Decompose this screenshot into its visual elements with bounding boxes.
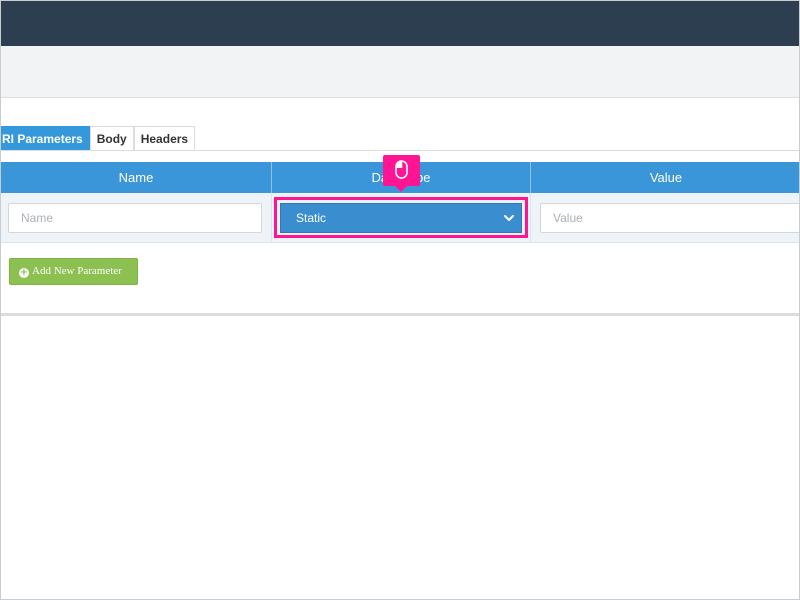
page: RI Parameters Body Headers Name Data Typ… [0,0,800,600]
parameter-name-input[interactable] [8,203,262,233]
tab-bar: RI Parameters Body Headers [1,126,196,151]
sub-header [1,46,799,98]
plus-circle-icon: + [19,267,29,278]
tab-headers[interactable]: Headers [133,126,196,151]
add-new-parameter-button[interactable]: + Add New Parameter [9,258,138,285]
top-navbar [1,1,799,46]
column-divider [530,193,531,243]
add-new-parameter-label: Add New Parameter [32,265,122,277]
tooltip-arrow [394,185,408,192]
data-type-select[interactable]: Static [280,203,522,233]
column-divider [271,193,272,243]
column-header-value: Value [649,170,683,185]
tab-body[interactable]: Body [89,126,134,151]
tab-underline [1,150,799,151]
section-divider [1,313,799,316]
column-header-name: Name [1,162,272,193]
data-type-selected-value: Static [296,211,327,225]
chevron-down-icon [504,215,514,221]
mouse-icon [395,160,408,179]
tab-uri-parameters[interactable]: RI Parameters [1,126,90,151]
parameter-value-input[interactable] [540,203,799,233]
